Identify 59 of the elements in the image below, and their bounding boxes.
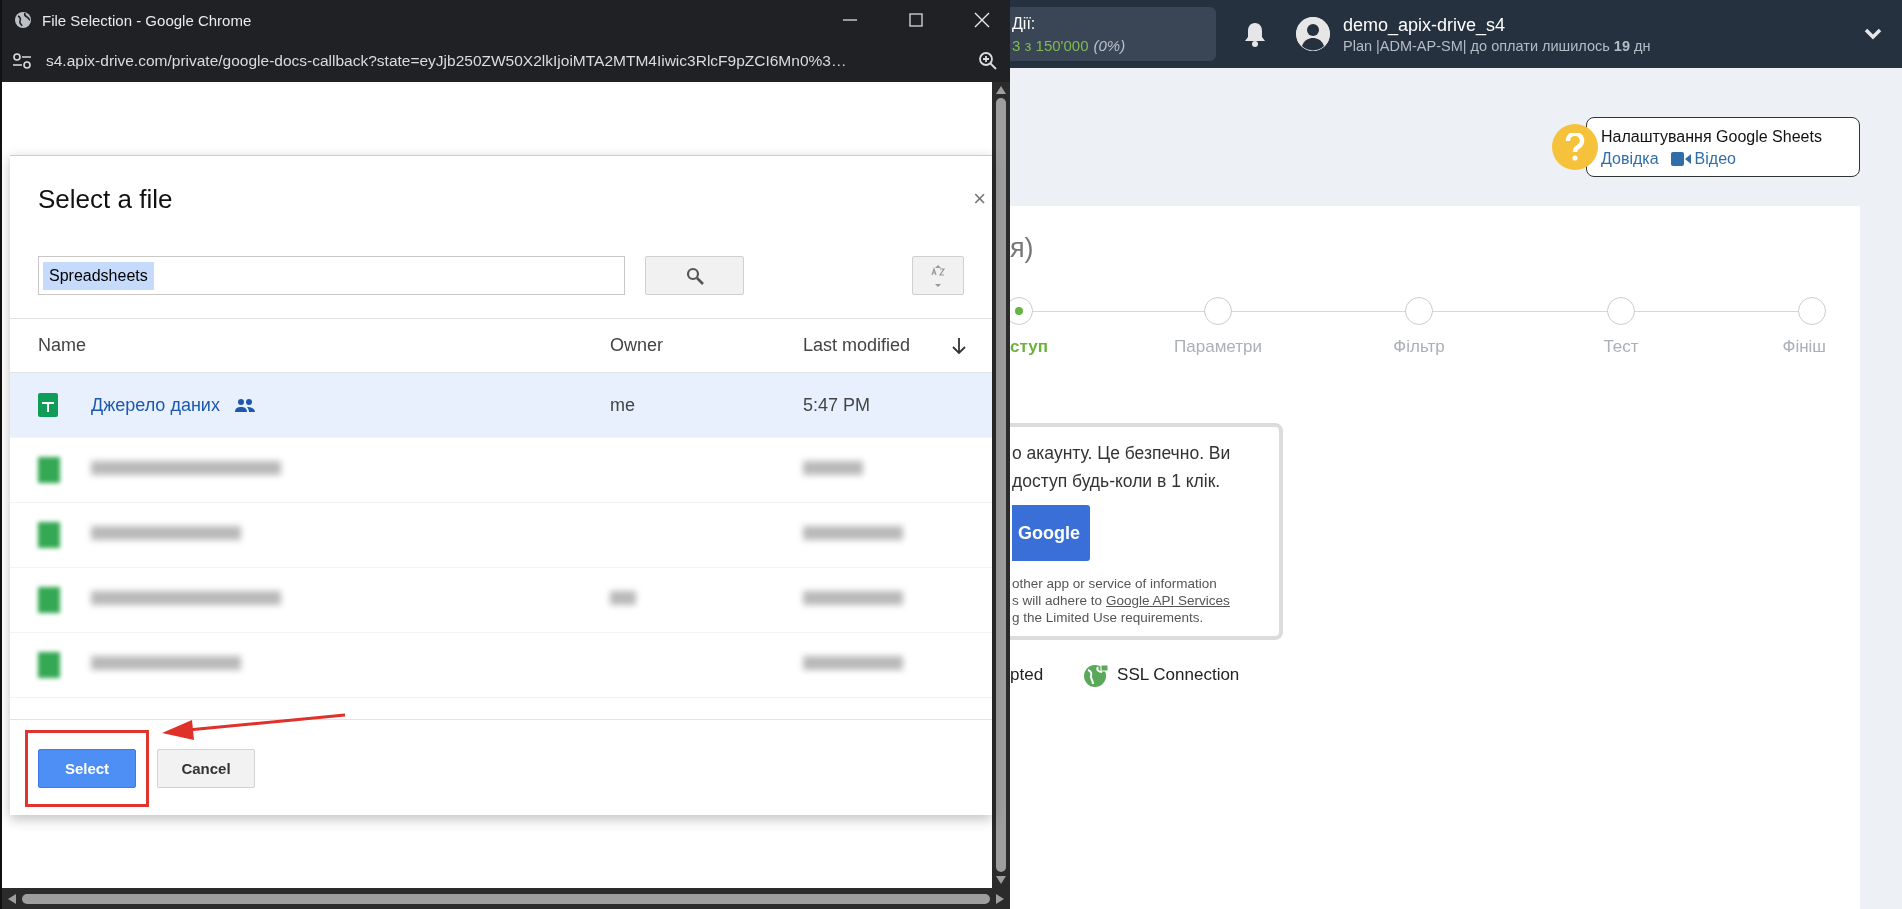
sort-arrow-icon[interactable] bbox=[952, 336, 966, 355]
scroll-left-icon[interactable] bbox=[8, 893, 16, 904]
scroll-up-icon[interactable] bbox=[996, 86, 1006, 94]
scroll-down-icon[interactable] bbox=[996, 876, 1006, 884]
avatar-icon[interactable] bbox=[1296, 17, 1330, 51]
step-circle[interactable] bbox=[1010, 297, 1033, 325]
actions-count: 3 з 150'000 bbox=[1012, 36, 1089, 54]
user-name: demo_apix-drive_s4 bbox=[1343, 14, 1507, 36]
badge-text: pted bbox=[1010, 665, 1044, 685]
blurred-text bbox=[803, 461, 863, 475]
bell-icon[interactable] bbox=[1244, 21, 1266, 47]
chevron-icon[interactable] bbox=[1864, 28, 1882, 40]
globe-icon bbox=[14, 11, 32, 29]
actions-percent: (0%) bbox=[1093, 36, 1126, 54]
minimize-icon bbox=[843, 19, 857, 21]
dialog-title: Select a file bbox=[38, 183, 173, 215]
actions-label: Дії: bbox=[1012, 14, 1037, 33]
google-button[interactable]: Google bbox=[1012, 505, 1090, 561]
disclaimer-text: g the Limited Use requirements. bbox=[1012, 609, 1204, 626]
auth-text: о акаунту. Це безпечно. Ви bbox=[1012, 442, 1232, 465]
maximize-icon bbox=[909, 13, 923, 27]
badge-text: SSL Connection bbox=[1117, 665, 1240, 685]
window-title: File Selection - Google Chrome bbox=[42, 11, 253, 29]
zoom-icon[interactable] bbox=[978, 51, 998, 71]
select-button[interactable]: Select bbox=[38, 749, 136, 788]
vertical-scrollbar[interactable] bbox=[992, 82, 1010, 888]
column-header[interactable]: Name bbox=[38, 335, 610, 356]
search-field[interactable]: Spreadsheets bbox=[38, 256, 625, 295]
api-services-link[interactable]: Google API Services bbox=[1106, 592, 1230, 609]
blurred-icon bbox=[38, 522, 60, 548]
disclaimer-text: s will adhere to bbox=[1012, 592, 1103, 609]
horizontal-scrollbar[interactable] bbox=[2, 888, 1010, 909]
blurred-icon bbox=[38, 457, 60, 483]
spreadsheet-icon bbox=[38, 393, 58, 417]
help-title: Налаштування Google Sheets bbox=[1601, 128, 1823, 146]
file-name: Джерело даних bbox=[91, 394, 220, 416]
column-header[interactable]: Owner bbox=[610, 335, 803, 356]
cancel-button[interactable]: Cancel bbox=[157, 749, 255, 788]
tune-icon[interactable] bbox=[12, 52, 32, 70]
auth-text: доступ будь-коли в 1 клік. bbox=[1012, 470, 1222, 493]
search-icon bbox=[685, 266, 704, 285]
url-text: s4.apix-drive.com/private/google-docs-callback?state=eyJjb250ZW50X2lkIjoiMTA2MTM4Iiwic3RlcF9pZCI6Mn0%3… bbox=[46, 52, 848, 70]
close-icon bbox=[974, 12, 990, 28]
video-link[interactable]: Відео bbox=[1670, 150, 1736, 168]
video-icon bbox=[1670, 152, 1691, 166]
plan-text: Plan |ADM-AP-SM| до оплати лишилось 19 дн bbox=[1343, 37, 1652, 54]
card-title: я) bbox=[1010, 233, 1035, 264]
help-link[interactable]: Довідка bbox=[1601, 150, 1659, 168]
scroll-right-icon[interactable] bbox=[996, 893, 1004, 904]
file-row[interactable]: Джерело даних me 5:47 PM bbox=[10, 373, 992, 438]
modified-cell-text: 5:47 PM bbox=[803, 394, 872, 416]
disclaimer-text: other app or service of information bbox=[1012, 575, 1217, 592]
globe-lock-icon bbox=[1083, 662, 1110, 688]
blurred-icon bbox=[38, 587, 60, 613]
column-header[interactable]: Last modified bbox=[803, 335, 952, 356]
blurred-icon bbox=[38, 652, 60, 678]
close-button[interactable]: × bbox=[973, 186, 986, 212]
owner-cell-text: me bbox=[610, 394, 636, 416]
sort-icon bbox=[929, 263, 947, 288]
